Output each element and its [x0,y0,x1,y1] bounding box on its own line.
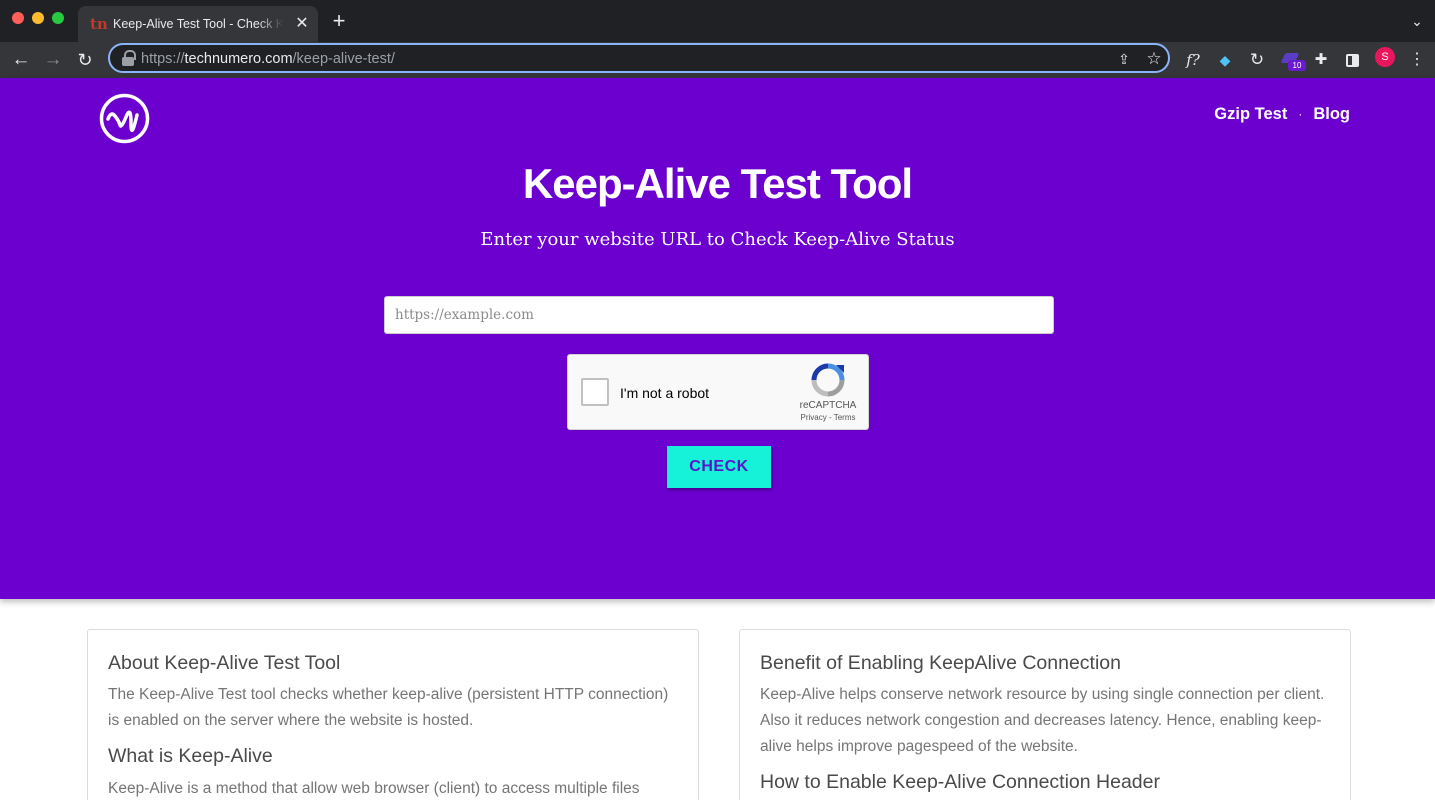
tab-search-chevron-icon[interactable]: ⌄ [1408,11,1426,31]
profile-avatar[interactable]: S [1375,47,1395,67]
tab-title: Keep-Alive Test Tool - Check Keep-Alive … [113,17,283,31]
hero-section: Gzip Test · Blog Keep-Alive Test Tool En… [0,78,1435,599]
tab-close-icon[interactable]: ✕ [294,14,310,34]
gem-extension-icon[interactable]: ◆ [1213,47,1237,73]
what-is-heading: What is Keep-Alive [108,745,273,767]
browser-menu-icon[interactable]: ⋮ [1408,47,1426,73]
nav-blog-link[interactable]: Blog [1313,105,1350,124]
address-url[interactable]: https://technumero.com/keep-alive-test/ [141,49,395,69]
new-tab-icon[interactable]: + [328,9,350,33]
browser-tab-bar: tn Keep-Alive Test Tool - Check Keep-Ali… [0,0,1435,42]
top-navigation: Gzip Test · Blog [1180,102,1350,126]
check-button[interactable]: CHECK [667,446,771,488]
address-bar[interactable]: https://technumero.com/keep-alive-test/ … [108,43,1170,73]
site-favicon-icon: tn [90,15,108,33]
browser-toolbar: ← → ↻ https://technumero.com/keep-alive-… [0,42,1435,78]
about-card: About Keep-Alive Test Tool The Keep-Aliv… [87,629,699,800]
recaptcha-brand: reCAPTCHA [799,400,857,411]
window-minimize-button[interactable] [32,12,44,24]
refresh-extension-icon[interactable]: ↻ [1245,47,1269,73]
window-close-button[interactable] [12,12,24,24]
page-title: Keep-Alive Test Tool [522,160,913,207]
font-extension-icon[interactable]: f? [1181,47,1205,73]
share-icon[interactable]: ⇪ [1114,48,1134,70]
about-paragraph: The Keep-Alive Test tool checks whether … [108,686,669,729]
nav-separator: · [1298,107,1303,121]
forward-arrow-icon[interactable]: → [39,46,67,74]
extension-badge-count: 10 [1288,60,1306,71]
about-heading: About Keep-Alive Test Tool [108,652,341,674]
back-arrow-icon[interactable]: ← [7,46,35,74]
benefit-heading: Benefit of Enabling KeepAlive Connection [760,652,1121,674]
recaptcha-widget: I'm not a robot reCAPTCHA Privacy - Term… [567,354,869,430]
recaptcha-checkbox[interactable] [581,378,609,406]
badge-extension-icon[interactable]: 10 [1279,47,1306,73]
site-logo-icon[interactable] [99,93,150,144]
reload-icon[interactable]: ↻ [71,46,99,74]
window-zoom-button[interactable] [52,12,64,24]
recaptcha-logo-icon [811,363,845,397]
page-subtitle: Enter your website URL to Check Keep-Ali… [480,229,955,250]
website-url-input[interactable] [384,296,1054,334]
recaptcha-label: I'm not a robot [620,385,710,401]
extensions-puzzle-icon[interactable]: ✚ [1309,47,1333,73]
bookmark-star-icon[interactable]: ☆ [1144,48,1164,70]
nav-gzip-test-link[interactable]: Gzip Test [1214,105,1287,124]
benefit-paragraph: Keep-Alive helps conserve network resour… [760,686,1325,755]
recaptcha-privacy-terms-links[interactable]: Privacy - Terms [788,413,868,423]
lock-icon[interactable] [122,50,136,66]
benefit-card: Benefit of Enabling KeepAlive Connection… [739,629,1351,800]
side-panel-icon[interactable] [1340,47,1364,73]
how-to-enable-heading: How to Enable Keep-Alive Connection Head… [760,771,1160,793]
what-is-paragraph: Keep-Alive is a method that allow web br… [108,780,640,797]
browser-tab[interactable]: tn Keep-Alive Test Tool - Check Keep-Ali… [78,6,318,42]
